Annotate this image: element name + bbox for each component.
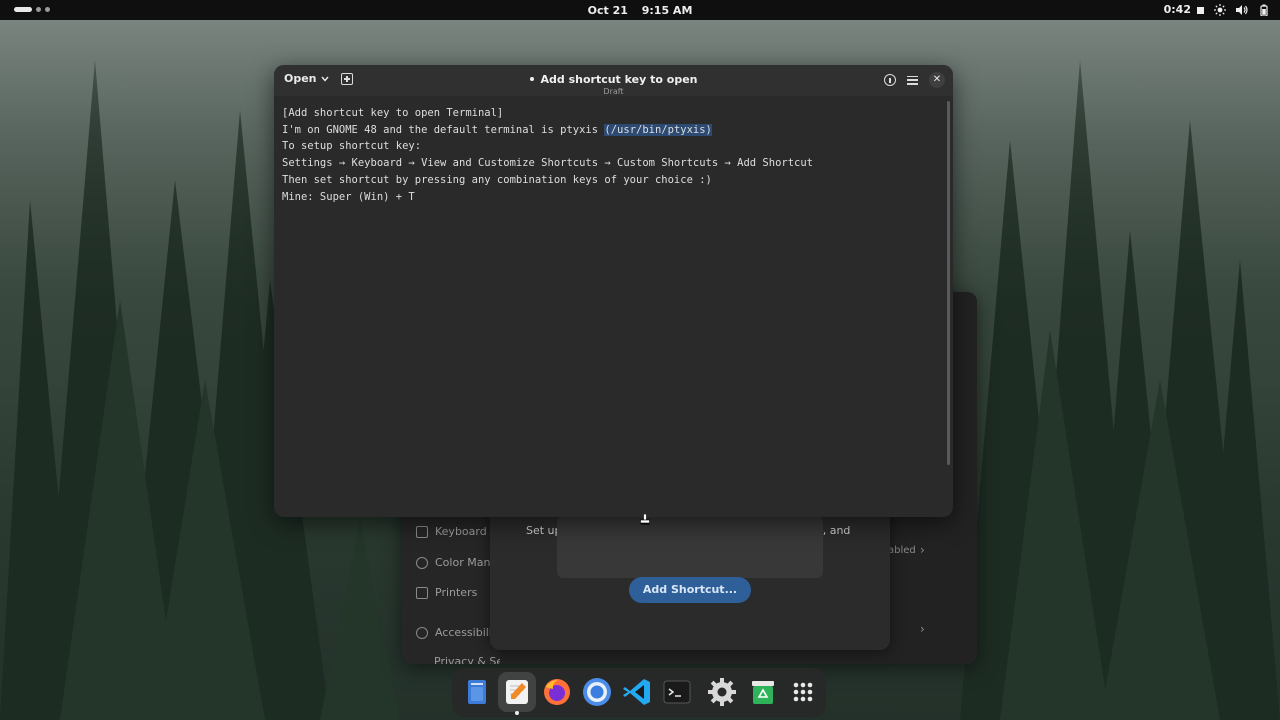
text-line-content: I'm on GNOME 48 and the default terminal… [282, 123, 605, 136]
chevron-right-icon[interactable]: › [920, 622, 925, 636]
shortcut-list-placeholder [557, 516, 823, 578]
text-editor-window: Open Add shortcut key to open Draft ✕ [A… [274, 65, 953, 517]
info-icon[interactable] [884, 74, 896, 86]
text-editor-app[interactable] [502, 677, 532, 715]
add-shortcut-button[interactable]: Add Shortcut... [629, 577, 751, 603]
chromium-icon [583, 678, 611, 706]
vscode-app[interactable] [622, 677, 652, 707]
terminal-app[interactable] [662, 677, 692, 707]
battery-icon [1260, 4, 1268, 16]
text-line: Settings → Keyboard → View and Customize… [282, 157, 814, 170]
recording-timer: 0:42 [1163, 3, 1191, 16]
recording-indicator[interactable]: 0:42 [1164, 3, 1204, 16]
files-icon [468, 680, 486, 704]
dock [452, 668, 826, 717]
sidebar-item-printers[interactable]: Printers [416, 586, 477, 599]
text-line: I'm on GNOME 48 and the default terminal… [282, 122, 941, 139]
selected-text: (/usr/bin/ptyxis) [604, 123, 712, 136]
sidebar-item-accessibility[interactable]: Accessibilit [416, 626, 496, 639]
text-editor-icon [506, 680, 528, 704]
header-actions: ✕ [884, 72, 945, 88]
sidebar-item-label: Accessibilit [435, 626, 497, 639]
active-workspace[interactable] [14, 7, 32, 12]
workspace-dot[interactable] [36, 7, 41, 12]
document-title: Add shortcut key to open [540, 73, 698, 86]
document-title-area: Add shortcut key to open Draft [274, 68, 953, 96]
close-icon[interactable]: ✕ [929, 72, 945, 88]
trash-app[interactable] [748, 677, 778, 707]
printer-icon [416, 586, 428, 599]
color-icon [416, 556, 428, 569]
terminal-icon [663, 680, 691, 704]
chevron-right-icon[interactable]: › [920, 543, 925, 557]
sidebar-item-label: Printers [435, 586, 478, 599]
files-app[interactable] [462, 677, 492, 707]
firefox-app[interactable] [542, 677, 572, 707]
firefox-icon [544, 679, 570, 705]
text-line: To setup shortcut key: [282, 140, 422, 153]
accessibility-icon [416, 626, 428, 639]
workspace-dot[interactable] [45, 7, 50, 12]
stop-recording-icon[interactable] [1197, 6, 1204, 14]
text-line: Mine: Super (Win) + T [282, 190, 415, 203]
date-label[interactable]: Oct 21 [588, 4, 628, 17]
scrollbar[interactable] [947, 101, 950, 465]
clock: Oct 21 9:15 AM [0, 4, 1280, 17]
show-apps-button[interactable] [788, 677, 818, 707]
app-grid-icon [793, 682, 813, 702]
sidebar-item-keyboard[interactable]: Keyboard [416, 525, 487, 538]
keyboard-icon [416, 525, 428, 538]
text-line: [Add shortcut key to open Terminal] [282, 107, 504, 119]
mouse-cursor-icon [640, 514, 650, 525]
recycle-icon [752, 681, 774, 704]
document-subtitle: Draft [603, 87, 624, 96]
chromium-app[interactable] [582, 677, 612, 707]
custom-shortcuts-dialog: Set up s, and Add Shortcut... [490, 508, 890, 650]
vscode-icon [623, 679, 650, 705]
settings-icon [708, 678, 736, 706]
hamburger-menu-icon[interactable] [907, 75, 918, 85]
editor-header-bar: Open Add shortcut key to open Draft ✕ [274, 65, 953, 96]
brightness-icon [1214, 3, 1226, 16]
time-label[interactable]: 9:15 AM [642, 4, 693, 17]
unsaved-indicator [529, 76, 534, 81]
text-line: Then set shortcut by pressing any combin… [282, 173, 712, 186]
sidebar-item-label: Color Mana [435, 556, 498, 569]
volume-icon [1236, 4, 1248, 15]
settings-app[interactable] [707, 677, 737, 707]
text-editor-content[interactable]: [Add shortcut key to open Terminal] I'm o… [282, 105, 941, 507]
status-label: abled [888, 545, 916, 556]
workspace-indicator[interactable] [14, 7, 50, 12]
system-tray[interactable]: 0:42 [1164, 3, 1270, 16]
top-bar: Oct 21 9:15 AM 0:42 [0, 0, 1280, 20]
sidebar-item-color[interactable]: Color Mana [416, 556, 497, 569]
sidebar-item-label: Keyboard [435, 525, 487, 538]
